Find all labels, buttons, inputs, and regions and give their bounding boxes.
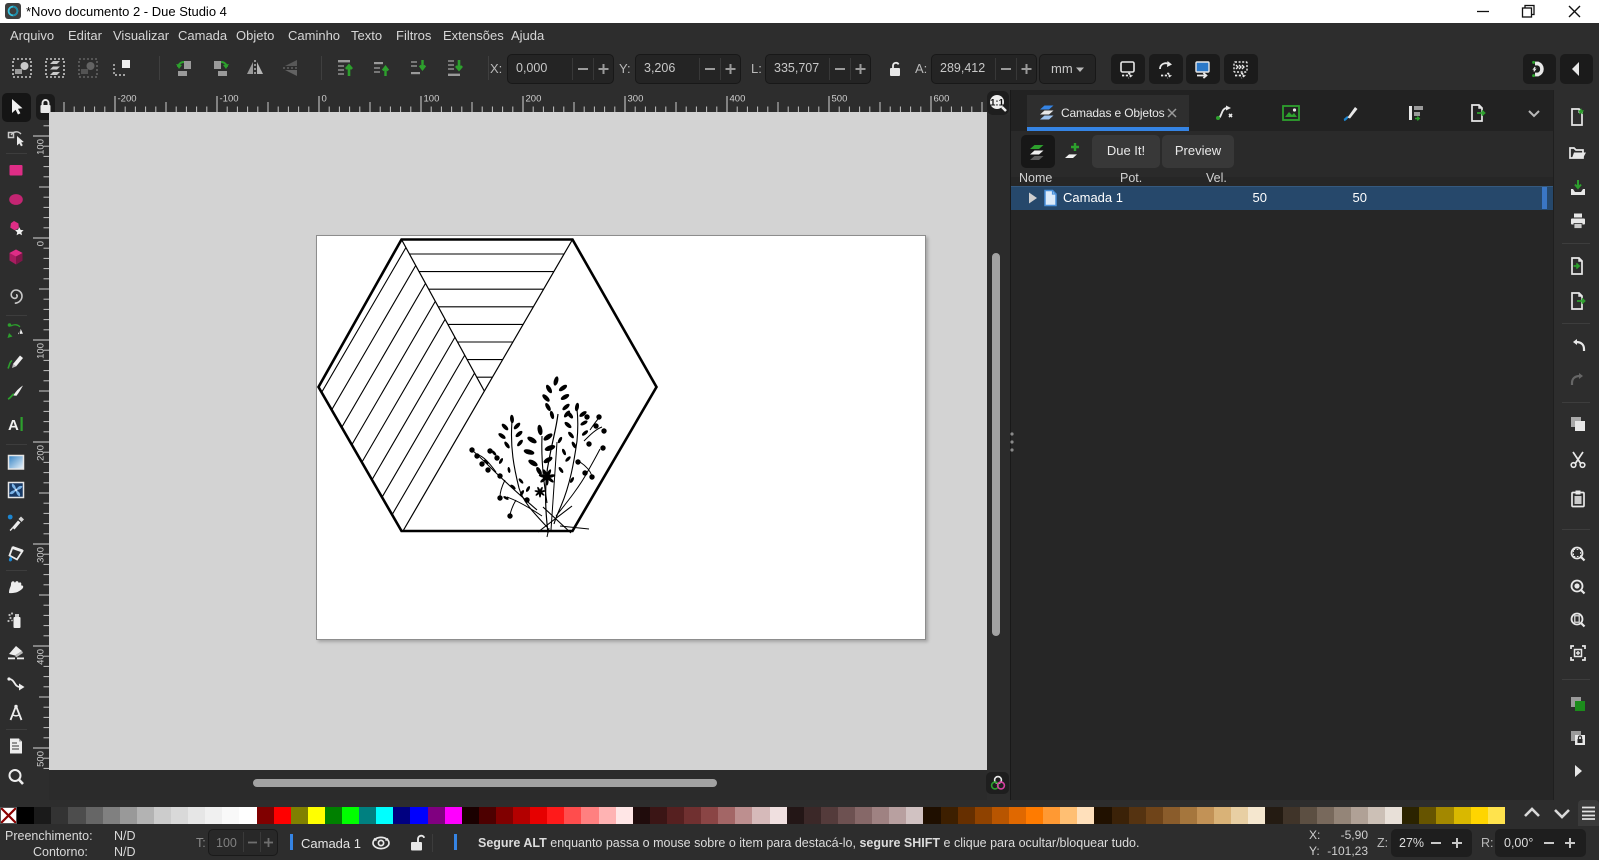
svg-text:500: 500 bbox=[36, 751, 47, 767]
svg-text:500: 500 bbox=[832, 94, 848, 105]
svg-text:A: A bbox=[8, 417, 19, 434]
svg-text:200: 200 bbox=[526, 94, 542, 105]
svg-text:300: 300 bbox=[628, 94, 644, 105]
svg-text:100: 100 bbox=[36, 343, 47, 359]
svg-text:200: 200 bbox=[36, 445, 47, 461]
svg-text:-200: -200 bbox=[118, 94, 137, 105]
svg-text:100: 100 bbox=[424, 94, 440, 105]
svg-text:100: 100 bbox=[36, 139, 47, 155]
svg-text:400: 400 bbox=[36, 649, 47, 665]
svg-text:300: 300 bbox=[36, 547, 47, 563]
svg-text:0: 0 bbox=[322, 94, 327, 105]
svg-text:0: 0 bbox=[36, 241, 47, 246]
svg-text:1:1: 1:1 bbox=[990, 98, 1004, 109]
svg-text:-100: -100 bbox=[220, 94, 239, 105]
svg-text:400: 400 bbox=[730, 94, 746, 105]
svg-text:600: 600 bbox=[934, 94, 950, 105]
